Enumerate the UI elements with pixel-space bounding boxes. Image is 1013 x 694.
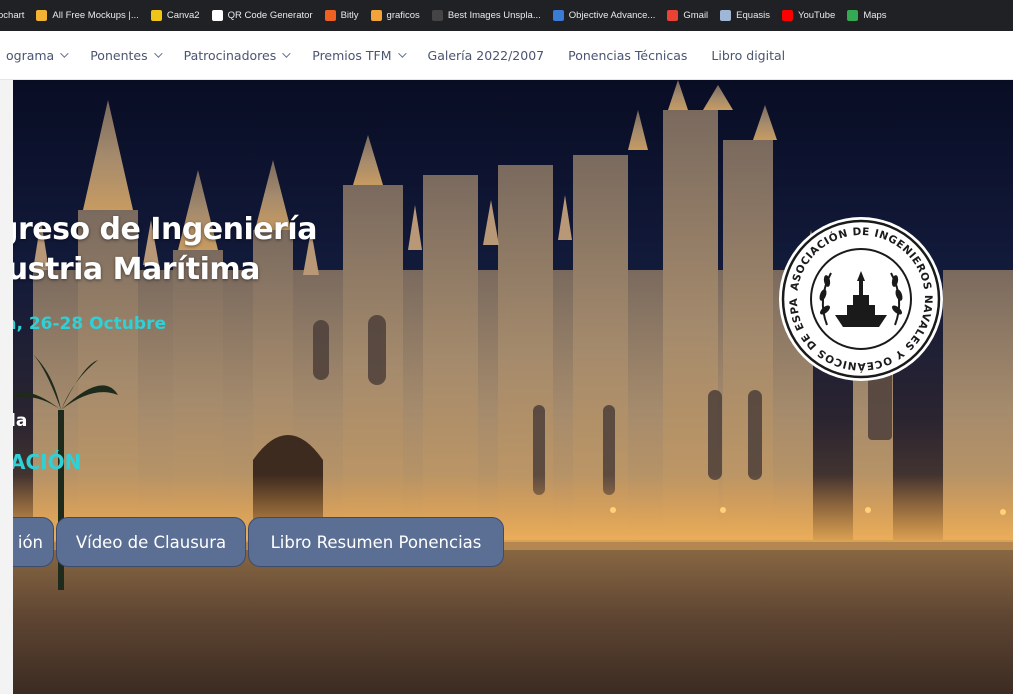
bookmark-label: Maps <box>863 10 887 21</box>
nav-item-label: Premios TFM <box>312 47 392 63</box>
hero-banner: greso de Ingeniería lustria Marítima a, … <box>13 80 1013 694</box>
cathedral-background <box>13 80 1013 694</box>
bookmarks-bar: ochart All Free Mockups |... Canva2 QR Code… <box>0 0 1013 31</box>
nav-item[interactable]: Ponencias Técnicas <box>556 31 699 79</box>
bookmark-label: Canva2 <box>166 10 200 21</box>
chevron-down-icon <box>282 49 291 58</box>
nav-item[interactable]: Ponentes <box>78 31 171 79</box>
nav-item-label: Libro digital <box>711 47 786 63</box>
bookmark-favicon-icon <box>324 10 336 21</box>
nav-item-label: Patrocinadores <box>183 47 277 63</box>
event-date: a, 26-28 Octubre <box>13 314 166 334</box>
bookmark-favicon-icon <box>370 10 382 21</box>
bookmark-label: Best Images Unspla... <box>447 10 541 21</box>
bookmark-item[interactable]: Best Images Unspla... <box>424 0 545 31</box>
bookmark-favicon-icon <box>720 10 732 21</box>
nav-item[interactable]: ograma <box>0 31 78 79</box>
bookmark-item[interactable]: All Free Mockups |... <box>28 0 142 31</box>
bookmark-item[interactable]: Maps <box>839 0 890 31</box>
nav-item[interactable]: Premios TFM <box>300 31 415 79</box>
bookmark-item[interactable]: YouTube <box>774 0 839 31</box>
chevron-down-icon <box>60 49 69 58</box>
nav-item[interactable]: Libro digital <box>699 31 797 79</box>
hero-title-line1: greso de Ingeniería <box>13 212 317 247</box>
hero-subtitle: la <box>13 411 28 431</box>
chevron-down-icon <box>397 49 407 58</box>
inscription-button[interactable]: ión <box>13 517 54 567</box>
nav-item-label: ograma <box>6 47 55 63</box>
bookmark-favicon-icon <box>847 10 859 21</box>
chevron-down-icon <box>153 49 163 58</box>
bookmark-label: Bitly <box>340 10 359 21</box>
bookmark-favicon-icon <box>552 10 564 21</box>
bookmark-label: ochart <box>0 10 25 21</box>
bookmark-item[interactable]: Equasis <box>712 0 774 31</box>
nav-item-label: Galería 2022/2007 <box>427 47 545 63</box>
hero-title: greso de Ingeniería lustria Marítima <box>13 210 317 290</box>
bookmark-label: Objective Advance... <box>568 10 656 21</box>
summary-book-button[interactable]: Libro Resumen Ponencias <box>248 517 504 567</box>
bookmark-item[interactable]: graficos <box>363 0 424 31</box>
nav-item[interactable]: Galería 2022/2007 <box>416 31 557 79</box>
bookmark-favicon-icon <box>431 10 443 21</box>
bookmark-label: All Free Mockups |... <box>52 10 139 21</box>
bookmark-label: graficos <box>386 10 420 21</box>
bookmark-item[interactable]: Gmail <box>659 0 712 31</box>
bookmark-favicon-icon <box>667 10 679 21</box>
bookmark-label: Gmail <box>683 10 709 21</box>
bookmark-favicon-icon <box>36 10 48 21</box>
nav-item-label: Ponentes <box>90 47 148 63</box>
left-edge-strip <box>0 80 13 694</box>
closing-video-button[interactable]: Vídeo de Clausura <box>56 517 246 567</box>
bookmark-item[interactable]: Canva2 <box>143 0 204 31</box>
main-navigation: ograma Ponentes Patrocinadores Premios TFM G… <box>0 31 1013 80</box>
hero-title-line2: lustria Marítima <box>13 252 260 287</box>
association-seal-logo: ASOCIACIÓN DE INGENIEROS NAVALES Y OCEÁN… <box>777 215 943 381</box>
bookmark-item[interactable]: Objective Advance... <box>545 0 660 31</box>
bookmark-label: Equasis <box>736 10 770 21</box>
bookmark-label: QR Code Generator <box>227 10 313 21</box>
bookmark-favicon-icon <box>781 10 793 21</box>
nav-item-label: Ponencias Técnicas <box>568 47 688 63</box>
bookmark-favicon-icon <box>150 10 162 21</box>
nav-item[interactable]: Patrocinadores <box>172 31 301 79</box>
hero-subtitle-accent: ACIÓN <box>13 450 82 474</box>
bookmark-item[interactable]: ochart <box>0 0 28 31</box>
bookmark-item[interactable]: Bitly <box>317 0 363 31</box>
bookmark-item[interactable]: QR Code Generator <box>204 0 317 31</box>
bookmark-favicon-icon <box>211 10 223 21</box>
bookmark-label: YouTube <box>797 10 836 21</box>
